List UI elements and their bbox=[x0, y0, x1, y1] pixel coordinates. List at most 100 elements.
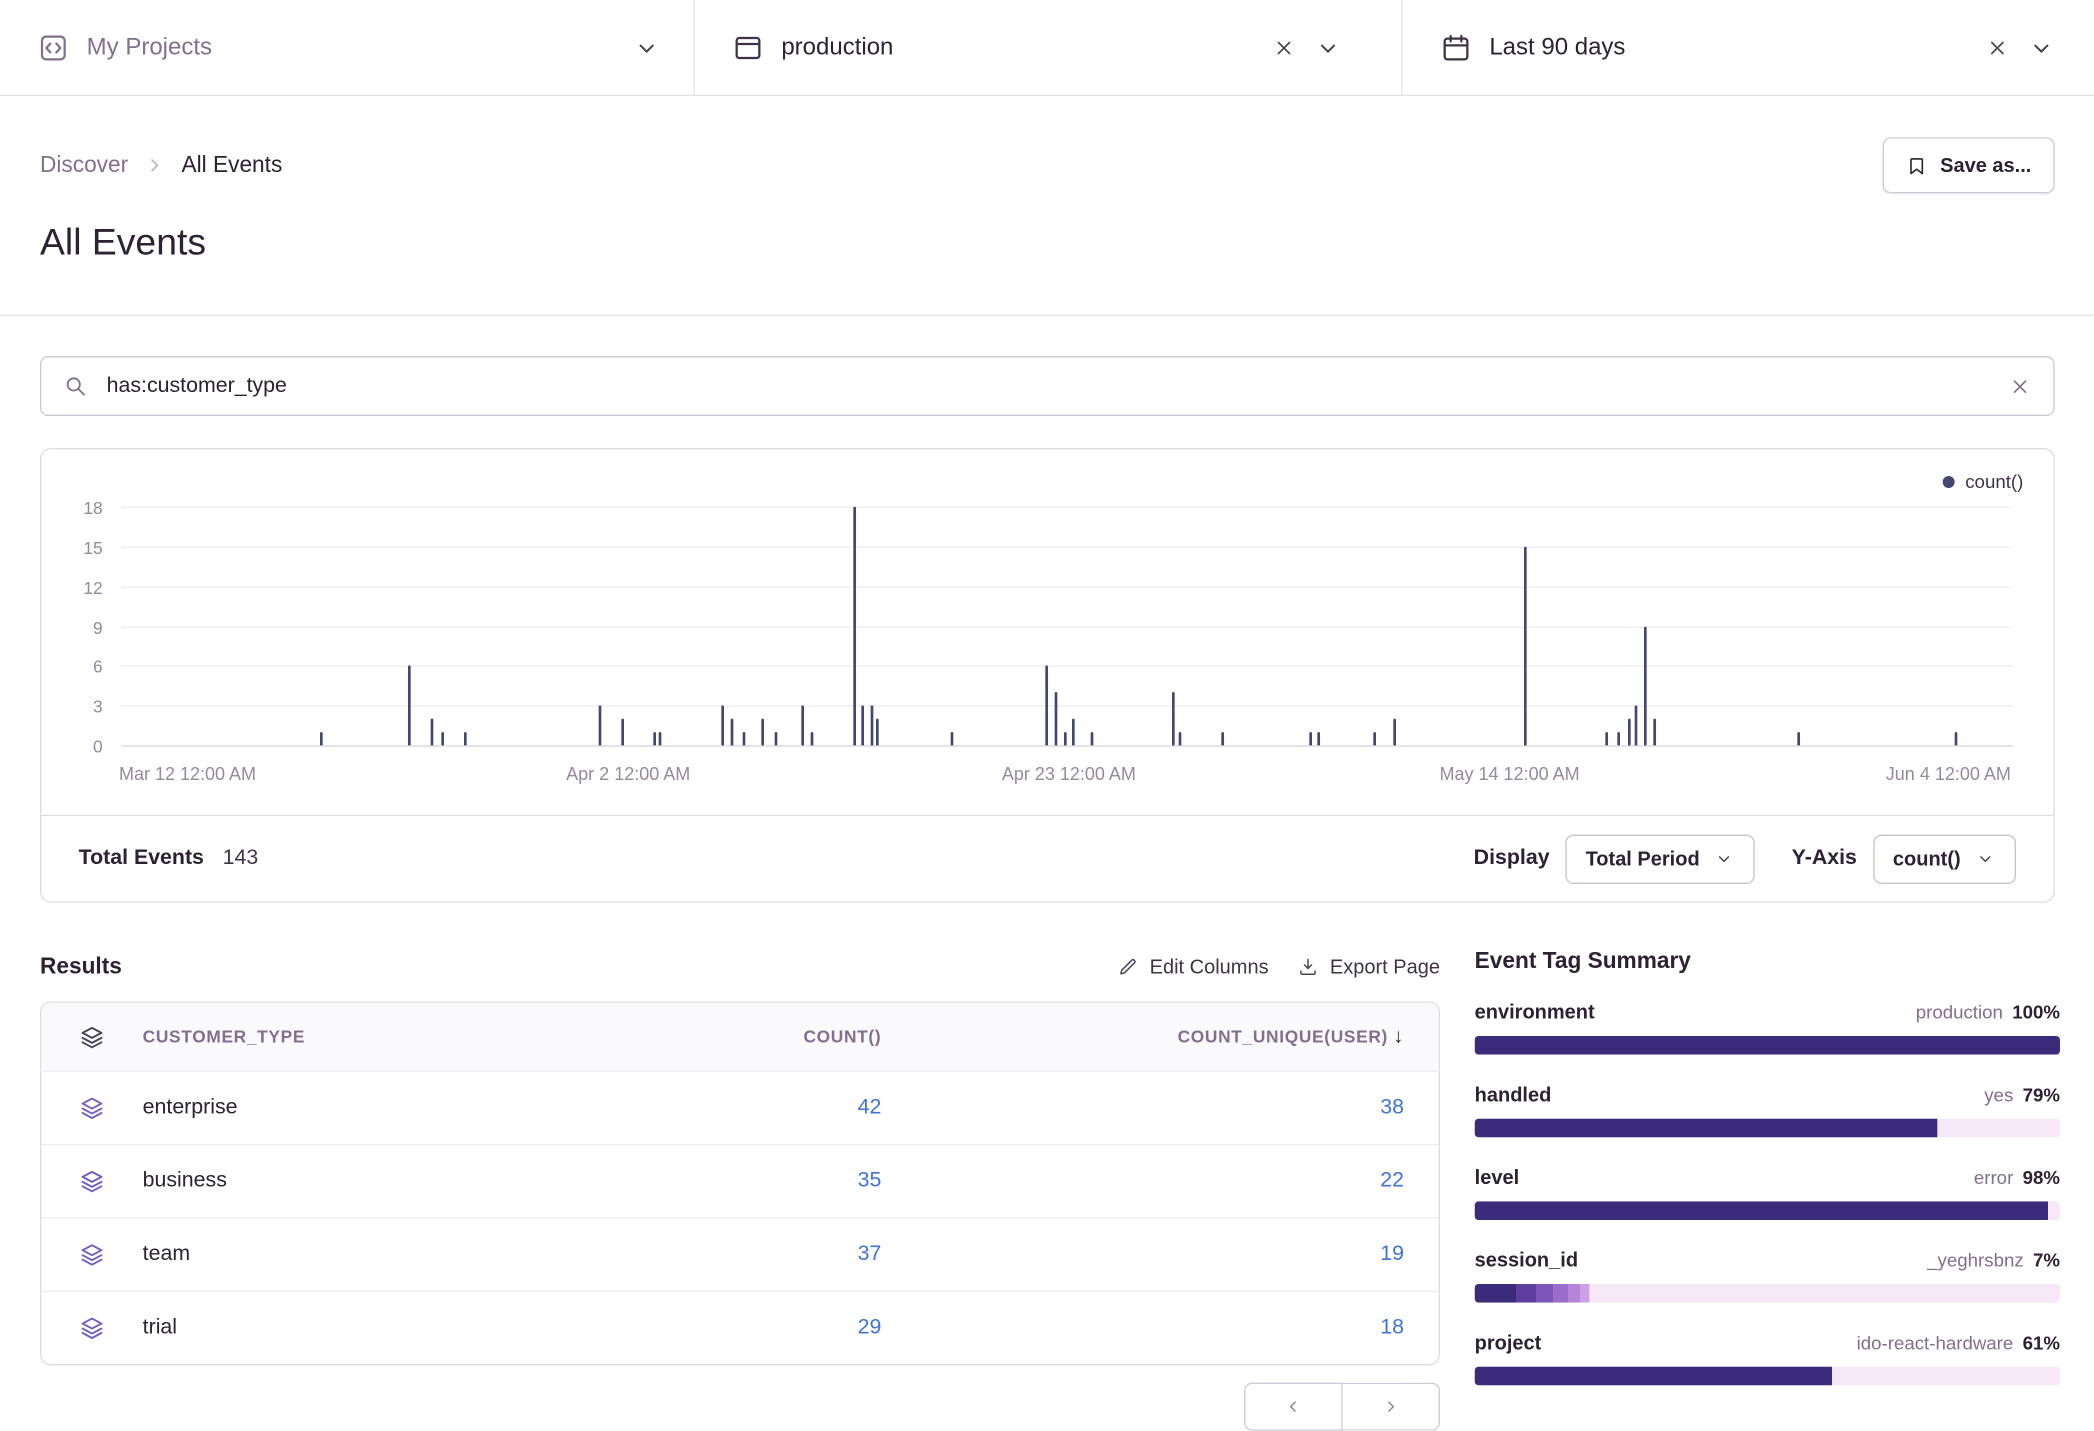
chevron-down-icon bbox=[632, 33, 661, 62]
chart-bar[interactable] bbox=[731, 719, 734, 745]
tag-pct: 98% bbox=[2023, 1167, 2060, 1188]
project-selector[interactable]: My Projects bbox=[0, 0, 693, 95]
chart-bar[interactable] bbox=[1523, 546, 1526, 745]
chart-bar[interactable] bbox=[1654, 719, 1657, 745]
chart-bar[interactable] bbox=[407, 666, 410, 746]
y-axis-tick: 6 bbox=[60, 657, 103, 677]
tag-item: session_id _yeghrsbnz 7% bbox=[1475, 1249, 2060, 1302]
chart-bar[interactable] bbox=[810, 732, 813, 745]
chart-plot[interactable]: 0369121518Mar 12 12:00 AMApr 2 12:00 AMA… bbox=[121, 508, 2012, 747]
previous-page-button[interactable] bbox=[1244, 1383, 1343, 1431]
chart-bar[interactable] bbox=[1317, 732, 1320, 745]
search-input[interactable] bbox=[104, 373, 1991, 400]
chart-bar[interactable] bbox=[742, 732, 745, 745]
chart-bar[interactable] bbox=[1221, 732, 1224, 745]
tag-bar[interactable] bbox=[1475, 1367, 2060, 1386]
next-page-button[interactable] bbox=[1343, 1383, 1440, 1431]
edit-columns-button[interactable]: Edit Columns bbox=[1118, 955, 1269, 978]
display-dropdown[interactable]: Total Period bbox=[1566, 834, 1755, 883]
chart-bar[interactable] bbox=[1374, 732, 1377, 745]
chart-bar[interactable] bbox=[1179, 732, 1182, 745]
row-count-unique[interactable]: 19 bbox=[881, 1243, 1438, 1267]
row-count[interactable]: 29 bbox=[535, 1316, 882, 1340]
edit-columns-label: Edit Columns bbox=[1150, 955, 1269, 978]
yaxis-label: Y-Axis bbox=[1792, 847, 1857, 871]
chart-bar[interactable] bbox=[1064, 732, 1067, 745]
chart-bar[interactable] bbox=[1635, 706, 1638, 746]
clear-environment-icon[interactable] bbox=[1272, 35, 1296, 59]
chart-footer: Total Events 143 Display Total Period Y-… bbox=[41, 815, 2052, 902]
column-header-customer-type[interactable]: CUSTOMER_TYPE bbox=[143, 1027, 535, 1047]
chart-bar[interactable] bbox=[1955, 732, 1958, 745]
column-header-count-unique[interactable]: COUNT_UNIQUE(USER) ↓ bbox=[881, 1025, 1438, 1048]
row-count[interactable]: 35 bbox=[535, 1169, 882, 1193]
tag-bar[interactable] bbox=[1475, 1284, 2060, 1303]
chart-bar[interactable] bbox=[430, 719, 433, 745]
chart-bar[interactable] bbox=[950, 732, 953, 745]
clear-date-range-icon[interactable] bbox=[1985, 35, 2009, 59]
table-row[interactable]: team 37 19 bbox=[41, 1217, 1438, 1290]
tag-pct: 7% bbox=[2033, 1249, 2060, 1270]
events-chart[interactable]: count() 0369121518Mar 12 12:00 AMApr 2 1… bbox=[41, 449, 2052, 814]
chart-bar[interactable] bbox=[320, 732, 323, 745]
tag-pct: 61% bbox=[2023, 1332, 2060, 1353]
chart-bar[interactable] bbox=[1627, 719, 1630, 745]
results-table-body: enterprise 42 38 business 35 22 team 37 … bbox=[41, 1071, 1438, 1364]
breadcrumb-discover-link[interactable]: Discover bbox=[40, 152, 128, 179]
display-label: Display bbox=[1474, 847, 1550, 871]
total-events-label: Total Events bbox=[79, 847, 204, 871]
tag-bar-segment bbox=[1475, 1284, 1516, 1303]
chart-bar[interactable] bbox=[871, 706, 874, 746]
chart-bar[interactable] bbox=[774, 732, 777, 745]
y-axis-tick: 18 bbox=[60, 498, 103, 518]
chart-bar[interactable] bbox=[1393, 719, 1396, 745]
row-count-unique[interactable]: 22 bbox=[881, 1169, 1438, 1193]
tag-bar-segment bbox=[1568, 1284, 1580, 1303]
chart-bar[interactable] bbox=[1045, 666, 1048, 746]
chart-bar[interactable] bbox=[877, 719, 880, 745]
table-row[interactable]: business 35 22 bbox=[41, 1144, 1438, 1217]
save-as-button[interactable]: Save as... bbox=[1883, 137, 2054, 193]
chart-bar[interactable] bbox=[721, 706, 724, 746]
gridline bbox=[121, 745, 2012, 746]
date-range-selector[interactable]: Last 90 days bbox=[1401, 0, 2093, 95]
chart-bar[interactable] bbox=[598, 706, 601, 746]
chart-bar[interactable] bbox=[464, 732, 467, 745]
calendar-icon bbox=[1440, 31, 1472, 63]
chart-bar[interactable] bbox=[1605, 732, 1608, 745]
chart-bar[interactable] bbox=[442, 732, 445, 745]
row-count[interactable]: 37 bbox=[535, 1243, 882, 1267]
chart-bar[interactable] bbox=[621, 719, 624, 745]
yaxis-dropdown[interactable]: count() bbox=[1873, 834, 2015, 883]
tag-name: level bbox=[1475, 1167, 1520, 1190]
chart-bar[interactable] bbox=[854, 507, 857, 746]
row-count[interactable]: 42 bbox=[535, 1096, 882, 1120]
column-header-count[interactable]: COUNT() bbox=[535, 1027, 882, 1047]
chart-bar[interactable] bbox=[1054, 692, 1057, 745]
table-row[interactable]: trial 29 18 bbox=[41, 1291, 1438, 1364]
chart-bar[interactable] bbox=[1172, 692, 1175, 745]
tag-bar[interactable] bbox=[1475, 1119, 2060, 1138]
tag-bar[interactable] bbox=[1475, 1036, 2060, 1055]
chevron-down-icon bbox=[2027, 33, 2056, 62]
row-count-unique[interactable]: 18 bbox=[881, 1316, 1438, 1340]
chart-bar[interactable] bbox=[1090, 732, 1093, 745]
chart-bar[interactable] bbox=[653, 732, 656, 745]
tag-bar-segment bbox=[1475, 1201, 2049, 1220]
environment-selector[interactable]: production bbox=[693, 0, 1401, 95]
chart-bar[interactable] bbox=[659, 732, 662, 745]
chart-bar[interactable] bbox=[761, 719, 764, 745]
row-count-unique[interactable]: 38 bbox=[881, 1096, 1438, 1120]
chart-bar[interactable] bbox=[1310, 732, 1313, 745]
chart-bar[interactable] bbox=[861, 706, 864, 746]
chart-bar[interactable] bbox=[801, 706, 804, 746]
chart-bar[interactable] bbox=[1071, 719, 1074, 745]
clear-search-icon[interactable] bbox=[2007, 374, 2031, 398]
chart-bar[interactable] bbox=[1644, 626, 1647, 745]
chart-bar[interactable] bbox=[1798, 732, 1801, 745]
table-row[interactable]: enterprise 42 38 bbox=[41, 1071, 1438, 1144]
export-page-button[interactable]: Export Page bbox=[1298, 955, 1440, 978]
tag-bar[interactable] bbox=[1475, 1201, 2060, 1220]
chart-bar[interactable] bbox=[1618, 732, 1621, 745]
tag-value: error bbox=[1974, 1167, 2013, 1188]
